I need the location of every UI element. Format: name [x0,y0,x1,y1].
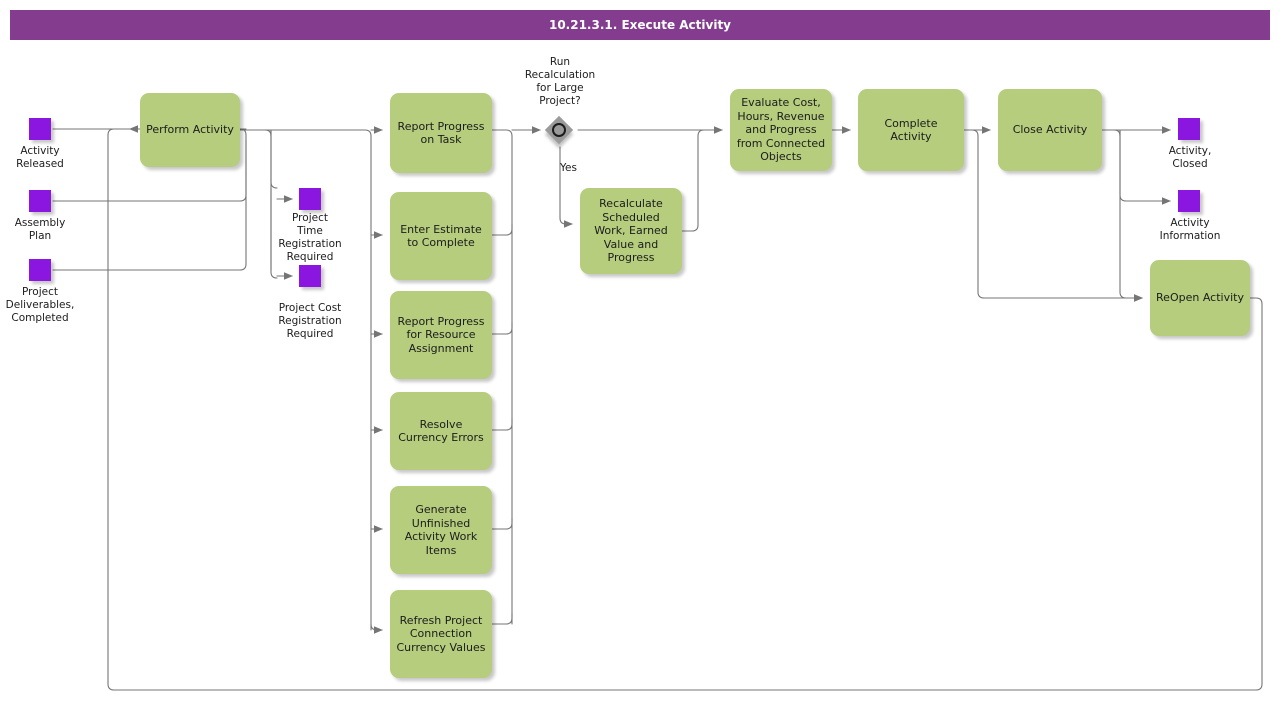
data-object-label-project-time-registration-required: Project Time Registration Required [278,212,342,263]
data-object-project-cost-registration-required[interactable] [299,265,321,287]
edge-resolve-currency-out [491,418,513,431]
data-object-assembly-plan[interactable] [29,190,51,212]
edge-recalculate-merge [681,129,713,232]
diagram-canvas: 10.21.3.1. Execute Activity Perform Acti… [0,0,1280,721]
data-object-project-deliverables-completed[interactable] [29,259,51,281]
edge-collector-bus [491,129,513,625]
data-object-activity-closed[interactable] [1178,118,1200,140]
task-enter-estimate-to-complete[interactable]: Enter Estimate to Complete [390,192,492,280]
task-report-progress-on-task[interactable]: Report Progress on Task [390,93,492,173]
task-label: Generate Unfinished Activity Work Items [404,503,478,557]
task-label: Close Activity [1012,123,1088,137]
data-object-project-time-registration-required[interactable] [299,188,321,210]
data-object-activity-information[interactable] [1178,190,1200,212]
data-object-label-activity-closed: Activity, Closed [1168,145,1212,170]
data-object-activity-released[interactable] [29,118,51,140]
task-label: Recalculate Scheduled Work, Earned Value… [594,197,668,265]
data-object-label-project-deliverables-completed: Project Deliverables, Completed [5,286,75,324]
edge-close-out [1101,129,1121,137]
task-label: Resolve Currency Errors [398,417,484,445]
task-label: Perform Activity [146,123,234,137]
data-object-label-project-cost-registration-required: Project Cost Registration Required [278,302,342,340]
edge-gateway-yes [559,146,573,228]
task-resolve-currency-errors[interactable]: Resolve Currency Errors [390,392,492,470]
edge-label-yes: Yes [560,162,577,174]
edge-refresh-currency-out [491,612,513,625]
data-object-label-activity-information: Activity Information [1159,217,1221,242]
task-label: Refresh Project Connection Currency Valu… [396,613,486,654]
task-evaluate-cost-hours-revenue[interactable]: Evaluate Cost, Hours, Revenue and Progre… [730,89,832,171]
edge-col-refresh-currency [370,623,383,634]
data-object-label-activity-released: Activity Released [16,145,64,170]
edge-enter-estimate-out [491,223,513,236]
task-label: ReOpen Activity [1156,291,1244,305]
data-object-label-assembly-plan: Assembly Plan [14,217,66,242]
edge-close-to-reopen [1119,129,1143,302]
task-close-activity[interactable]: Close Activity [998,89,1102,171]
task-complete-activity[interactable]: Complete Activity [858,89,964,171]
edge-perform-down-left [270,129,278,189]
task-generate-unfinished-activity-work-items[interactable]: Generate Unfinished Activity Work Items [390,486,492,574]
task-perform-activity[interactable]: Perform Activity [140,93,240,167]
task-report-progress-for-resource-assignment[interactable]: Report Progress for Resource Assignment [390,291,492,379]
task-reopen-activity[interactable]: ReOpen Activity [1150,260,1250,336]
gateway-label-run-recalculation: Run Recalculation for Large Project? [524,56,596,107]
task-refresh-project-connection-currency-values[interactable]: Refresh Project Connection Currency Valu… [390,590,492,678]
gateway-run-recalculation[interactable] [544,115,578,149]
task-label: Report Progress for Resource Assignment [397,314,485,355]
task-label: Complete Activity [884,116,938,144]
edge-report-resource-out [491,322,513,335]
edge-generate-unfinished-out [491,517,513,530]
task-recalculate-scheduled-work[interactable]: Recalculate Scheduled Work, Earned Value… [580,188,682,274]
task-label: Evaluate Cost, Hours, Revenue and Progre… [736,96,826,164]
task-label: Enter Estimate to Complete [400,222,482,250]
gateway-event-ring-icon [552,123,566,137]
task-label: Report Progress on Task [397,119,485,147]
